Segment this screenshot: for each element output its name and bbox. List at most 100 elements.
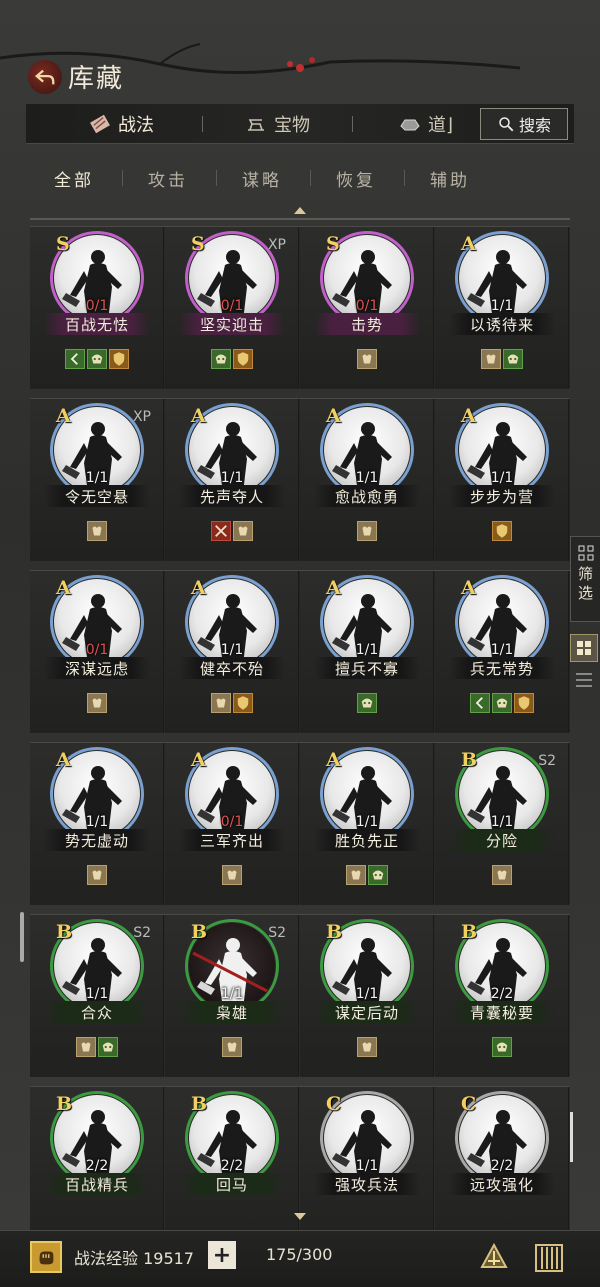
filter-divider — [310, 170, 311, 186]
tactic-card[interactable]: A 1/1 势无虚动 — [30, 743, 164, 905]
tab-treasures[interactable]: 宝物 — [244, 104, 310, 144]
grade-letter: A — [56, 405, 71, 427]
tactic-card[interactable]: S 0/1 击势 — [300, 227, 434, 389]
bag-icon — [87, 693, 107, 713]
tactic-card[interactable]: A 0/1 三军齐出 — [165, 743, 299, 905]
filter-attack[interactable]: 攻击 — [148, 166, 188, 191]
scroll-down-arrow-icon[interactable] — [294, 1213, 306, 1220]
tactic-card[interactable]: A 1/1 以诱待来 — [435, 227, 569, 389]
tactic-card[interactable]: B 1/1 谋定后动 — [300, 915, 434, 1077]
tactic-card[interactable]: A 1/1 愈战愈勇 — [300, 399, 434, 561]
grade-letter: A — [461, 233, 476, 255]
bag-icon — [87, 865, 107, 885]
tactic-card[interactable]: B S2 1/1 枭雄 — [165, 915, 299, 1077]
tactic-card[interactable]: B 2/2 百战精兵 — [30, 1087, 164, 1249]
bag-icon — [481, 349, 501, 369]
owned-count: 1/1 — [85, 814, 109, 830]
bookshelf-icon[interactable] — [532, 1239, 566, 1275]
green-bag-icon — [492, 693, 512, 713]
tactic-card[interactable]: A 1/1 擅兵不寡 — [300, 571, 434, 733]
tactic-name: 先声夺人 — [199, 487, 264, 506]
scrollbar-right[interactable] — [570, 1112, 573, 1162]
grade-letter: A — [326, 405, 341, 427]
bag-icon — [222, 865, 242, 885]
tactic-exp-label: 战法经验 19517 — [74, 1249, 194, 1268]
trait-badges — [30, 521, 164, 541]
tactic-name: 愈战愈勇 — [334, 487, 399, 506]
owned-count: 1/1 — [490, 470, 514, 486]
name-plate: 擅兵不寡 — [314, 657, 420, 679]
tactic-card[interactable]: B 2/2 回马 — [165, 1087, 299, 1249]
name-plate: 兵无常势 — [449, 657, 555, 679]
tab-tactics[interactable]: 战法 — [88, 104, 154, 144]
owned-count: 2/2 — [490, 1158, 514, 1174]
owned-count: 1/1 — [85, 986, 109, 1002]
chevron-left-icon — [65, 349, 85, 369]
grid-view-button[interactable] — [570, 634, 598, 662]
tactic-card[interactable]: A 1/1 兵无常势 — [435, 571, 569, 733]
owned-count: 0/1 — [220, 298, 244, 314]
grade-letter: S — [191, 233, 205, 255]
tab-items[interactable]: 道⌋ — [398, 104, 453, 144]
tactic-card[interactable]: A 1/1 步步为营 — [435, 399, 569, 561]
scrollbar-left[interactable] — [20, 912, 24, 962]
scroll-up-arrow-icon[interactable] — [294, 207, 306, 214]
list-view-icon[interactable] — [574, 670, 594, 690]
grade-letter: A — [191, 405, 206, 427]
bag-icon — [357, 349, 377, 369]
tactic-card[interactable]: C 2/2 远攻强化 — [435, 1087, 569, 1249]
filter-all[interactable]: 全部 — [54, 166, 94, 191]
card-row: B 2/2 百战精兵 B 2/2 回马 C 1/1 强攻兵法 C 2/2 远攻强化 — [30, 1086, 570, 1249]
filter-recovery[interactable]: 恢复 — [336, 166, 376, 191]
trait-badges — [300, 865, 434, 885]
tactic-name: 令无空悬 — [64, 487, 129, 506]
tab-divider — [202, 116, 203, 132]
tactic-card[interactable]: S XP 0/1 坚实迎击 — [165, 227, 299, 389]
add-exp-button[interactable]: + — [208, 1241, 236, 1269]
grade-letter: A — [56, 577, 71, 599]
trait-badges — [165, 349, 299, 369]
search-button[interactable]: 搜索 — [480, 108, 568, 140]
name-plate: 三军齐出 — [179, 829, 285, 851]
tactic-card[interactable]: A 0/1 深谋远虑 — [30, 571, 164, 733]
filter-button[interactable]: 筛选 — [570, 536, 600, 622]
list-top-divider — [30, 218, 570, 220]
bag-icon — [87, 521, 107, 541]
name-plate: 愈战愈勇 — [314, 485, 420, 507]
owned-count: 1/1 — [355, 986, 379, 1002]
tactic-card[interactable]: B 2/2 青囊秘要 — [435, 915, 569, 1077]
grade-letter: A — [326, 749, 341, 771]
shield-icon — [233, 349, 253, 369]
tactic-name: 强攻兵法 — [334, 1175, 399, 1194]
tactic-card[interactable]: A 1/1 胜负先正 — [300, 743, 434, 905]
back-button[interactable] — [28, 60, 62, 94]
name-plate: 强攻兵法 — [314, 1173, 420, 1195]
bag-icon — [357, 1037, 377, 1057]
green-bag-icon — [503, 349, 523, 369]
trait-badges — [165, 521, 299, 541]
grade-letter: S — [326, 233, 340, 255]
tactic-card[interactable]: B S2 1/1 合众 — [30, 915, 164, 1077]
tactic-card[interactable]: A 1/1 先声夺人 — [165, 399, 299, 561]
green-bag-icon — [87, 349, 107, 369]
filter-divider — [122, 170, 123, 186]
tactic-card[interactable]: B S2 1/1 分险 — [435, 743, 569, 905]
tactic-card[interactable]: A XP 1/1 令无空悬 — [30, 399, 164, 561]
grade-letter: A — [461, 405, 476, 427]
name-plate: 分险 — [449, 829, 555, 851]
filter-support[interactable]: 辅助 — [430, 166, 470, 191]
bag-icon — [211, 693, 231, 713]
filter-strategy[interactable]: 谋略 — [242, 166, 282, 191]
convert-tactic-icon[interactable] — [476, 1239, 512, 1275]
tactic-card[interactable]: C 1/1 强攻兵法 — [300, 1087, 434, 1249]
bottom-bar: 战法经验 19517 + 175/300 — [0, 1230, 600, 1287]
tactic-card[interactable]: A 1/1 健卒不殆 — [165, 571, 299, 733]
season-tag: XP — [132, 409, 151, 425]
owned-count: 0/1 — [220, 814, 244, 830]
grade-letter: B — [461, 749, 478, 771]
green-bag-icon — [98, 1037, 118, 1057]
ingot-icon — [400, 119, 420, 131]
trait-badges — [300, 349, 434, 369]
trait-badges — [435, 1037, 569, 1057]
tactic-card[interactable]: S 0/1 百战无怯 — [30, 227, 164, 389]
